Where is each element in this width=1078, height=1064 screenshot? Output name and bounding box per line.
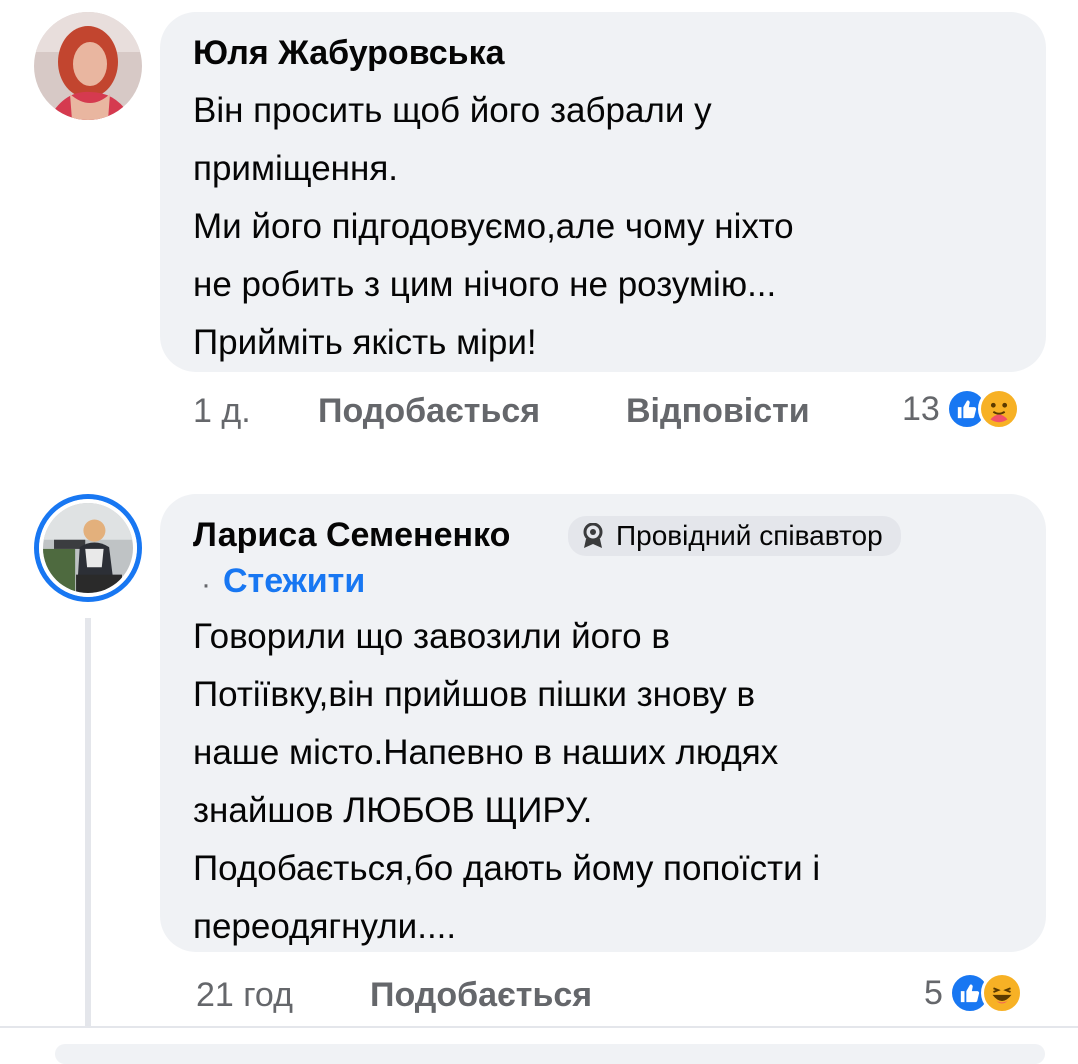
comment-time[interactable]: 21 год	[196, 976, 293, 1015]
next-comment-bubble	[55, 1044, 1045, 1064]
comment-text: Говорили що завозили його в Потіївку,він…	[193, 617, 821, 946]
like-button[interactable]: Подобається	[318, 392, 540, 431]
comment-time[interactable]: 1 д.	[193, 392, 251, 431]
reply-button[interactable]: Відповісти	[626, 392, 810, 431]
avatar[interactable]	[34, 494, 142, 602]
reaction-summary[interactable]: 5	[924, 972, 1023, 1014]
comment-author[interactable]: Юля Жабуровська	[193, 34, 505, 73]
haha-icon	[980, 972, 1023, 1014]
badge-icon	[582, 523, 604, 549]
reaction-count: 5	[924, 973, 943, 1012]
follow-button[interactable]: Стежити	[223, 562, 365, 601]
top-contributor-badge[interactable]: Провідний співавтор	[568, 516, 901, 556]
separator-dot: ·	[201, 568, 211, 601]
care-icon	[977, 388, 1020, 430]
divider	[0, 1026, 1078, 1028]
comment-text: Він просить щоб його забрали у приміщенн…	[193, 91, 794, 362]
avatar[interactable]	[34, 12, 142, 120]
like-button[interactable]: Подобається	[370, 976, 592, 1015]
badge-label: Провідний співавтор	[616, 520, 883, 551]
comment-author[interactable]: Лариса Семененко	[193, 516, 510, 555]
reaction-count: 13	[902, 389, 940, 428]
reaction-summary[interactable]: 13	[902, 388, 1020, 430]
thread-line	[85, 618, 91, 1026]
